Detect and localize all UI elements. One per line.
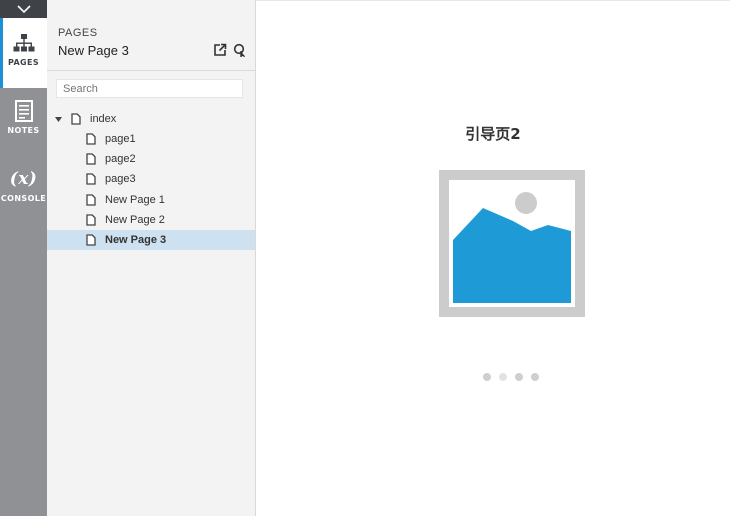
tree-row-label: New Page 3 (105, 234, 167, 246)
locate-icon[interactable] (233, 43, 247, 57)
page-heading: 引导页2 (465, 125, 521, 143)
rail-tab-notes[interactable]: NOTES (0, 100, 47, 148)
tree-row-label: page2 (105, 153, 136, 165)
tree-row-index[interactable]: index (47, 109, 255, 129)
page-icon (86, 214, 96, 226)
search-input[interactable] (56, 79, 243, 98)
page-icon (86, 173, 96, 185)
carousel-dot[interactable] (531, 373, 539, 381)
tree-row-page2[interactable]: page2 (47, 149, 255, 169)
panel-section-label: PAGES (58, 27, 98, 39)
tree-row-new-page-1[interactable]: New Page 1 (47, 190, 255, 210)
page-canvas: 引导页2 (256, 0, 730, 517)
page-title: New Page 3 (58, 43, 129, 58)
image-placeholder-icon[interactable] (439, 170, 585, 317)
carousel-indicators (483, 373, 539, 381)
page-icon (86, 133, 96, 145)
page-icon (71, 113, 81, 125)
tree-row-label: New Page 2 (105, 214, 165, 226)
tree-row-page1[interactable]: page1 (47, 129, 255, 149)
page-icon (86, 153, 96, 165)
tree-row-label: page3 (105, 173, 136, 185)
tree-row-page3[interactable]: page3 (47, 169, 255, 189)
rail-tab-pages[interactable]: PAGES (0, 18, 47, 88)
chevron-down-icon (16, 4, 31, 13)
sitemap-icon (13, 34, 34, 52)
tree-row-new-page-3[interactable]: New Page 3 (47, 230, 255, 250)
carousel-dot[interactable] (515, 373, 523, 381)
left-rail: PAGES NOTES (x) CONSOLE (0, 0, 47, 516)
tree-row-label: page1 (105, 133, 136, 145)
variable-icon: (x) (9, 169, 38, 189)
tree-row-new-page-2[interactable]: New Page 2 (47, 210, 255, 230)
tree-row-label: index (90, 113, 117, 125)
rail-tab-console[interactable]: (x) CONSOLE (0, 168, 47, 216)
page-icon (86, 194, 96, 206)
tree-row-label: New Page 1 (105, 194, 165, 206)
page-icon (86, 234, 96, 246)
panel-header: PAGES New Page 3 (47, 0, 255, 71)
rail-label-console: CONSOLE (0, 194, 47, 203)
carousel-dot[interactable] (499, 373, 507, 381)
external-link-icon[interactable] (213, 43, 227, 57)
chevron-down-icon[interactable] (55, 116, 62, 122)
carousel-dot[interactable] (483, 373, 491, 381)
notes-icon (14, 100, 33, 122)
collapse-toggle[interactable] (0, 0, 47, 18)
pages-panel: PAGES New Page 3 index page1 page2 page3… (47, 0, 256, 516)
rail-label-notes: NOTES (7, 126, 40, 135)
rail-label-pages: PAGES (7, 58, 40, 67)
